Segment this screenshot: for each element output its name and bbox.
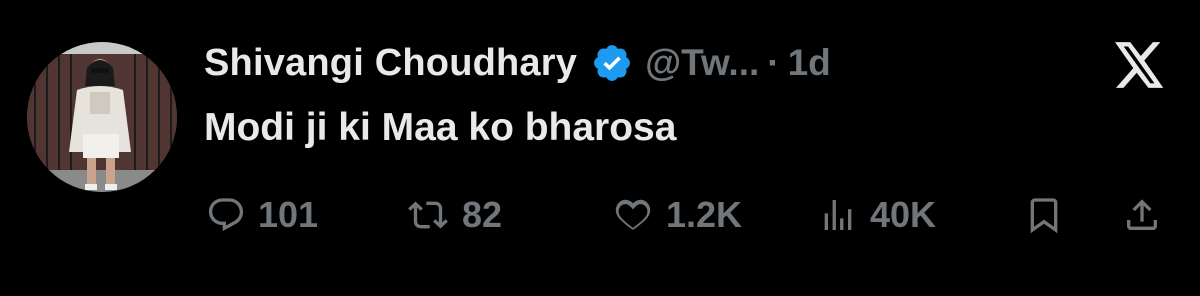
tweet-text: Modi ji ki Maa ko bharosa: [204, 106, 677, 149]
avatar-photo: [27, 42, 177, 192]
author-handle[interactable]: @Tw...: [645, 42, 759, 84]
share-icon: [1122, 195, 1162, 235]
author-name[interactable]: Shivangi Choudhary: [204, 42, 577, 85]
action-bar: 101 82 1.2K 40K: [0, 190, 1200, 240]
timestamp[interactable]: 1d: [788, 42, 831, 84]
like-count: 1.2K: [666, 194, 743, 235]
views-count: 40K: [870, 194, 937, 235]
retweet-count: 82: [462, 194, 503, 235]
reply-count: 101: [258, 194, 319, 235]
bookmark-button[interactable]: [1024, 190, 1064, 240]
views-icon: [818, 195, 858, 235]
x-logo-icon[interactable]: [1115, 42, 1165, 88]
like-icon: [612, 195, 654, 235]
reply-icon: [206, 195, 246, 235]
avatar[interactable]: [27, 42, 177, 192]
retweet-icon: [406, 195, 450, 235]
reply-button[interactable]: 101: [206, 190, 318, 240]
verified-badge-icon: [591, 42, 633, 84]
like-button[interactable]: 1.2K: [612, 190, 742, 240]
views-button[interactable]: 40K: [818, 190, 936, 240]
bookmark-icon: [1024, 195, 1064, 235]
tweet-header: Shivangi Choudhary @Tw... · 1d: [204, 38, 831, 88]
share-button[interactable]: [1122, 190, 1162, 240]
separator-dot: ·: [767, 42, 780, 83]
retweet-button[interactable]: 82: [406, 190, 502, 240]
